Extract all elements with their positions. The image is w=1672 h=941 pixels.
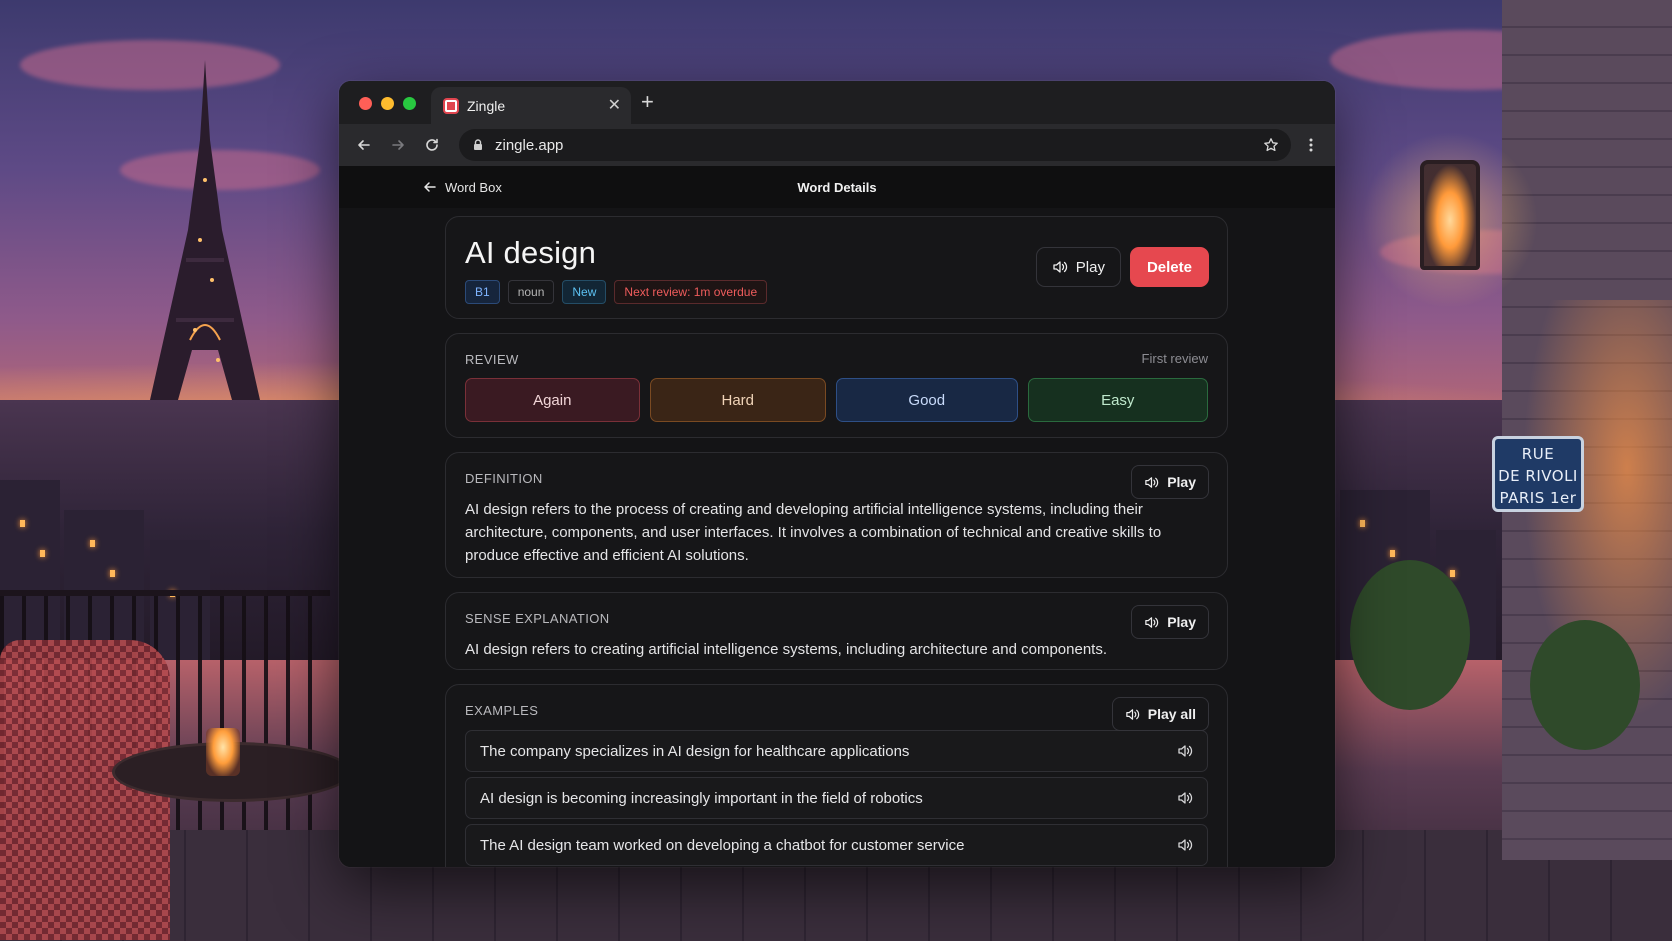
speaker-icon[interactable] [1177,790,1193,806]
street-sign: RUE DE RIVOLI PARIS 1er [1492,436,1584,512]
arrow-left-icon [424,182,436,192]
sense-section-label: SENSE EXPLANATION [465,611,610,626]
street-sign-line: PARIS 1er [1499,489,1577,507]
play-label: Play [1167,474,1196,490]
word-actions: Play Delete [1035,247,1209,287]
play-label: Play [1075,258,1105,276]
close-tab-icon[interactable]: ✕ [608,97,621,114]
back-to-word-box-link[interactable]: Word Box [423,166,502,208]
tab-title: Zingle [467,97,506,114]
next-review-badge: Next review: 1m overdue [614,280,768,304]
browser-toolbar: zingle.app [339,124,1335,166]
eiffel-tower [150,60,260,400]
close-window-button[interactable] [359,97,372,110]
play-sense-button[interactable]: Play [1131,605,1209,639]
app-header: Word Box Word Details [339,166,1335,208]
street-sign-line: RUE [1521,445,1555,463]
easy-button[interactable]: Easy [1027,378,1208,422]
word-card: AI design B1 noun New Next review: 1m ov… [445,216,1228,319]
word-details-content: AI design B1 noun New Next review: 1m ov… [445,216,1228,867]
street-sign-line: DE RIVOLI [1498,467,1578,485]
window-controls [359,97,416,110]
hard-button[interactable]: Hard [649,378,827,422]
definition-section-label: DEFINITION [465,471,543,486]
example-item: AI design is becoming increasingly impor… [465,777,1208,819]
speaker-icon [1126,708,1139,720]
lock-icon [474,139,482,150]
street-lamp [1420,160,1480,270]
star-bookmark-icon[interactable] [1263,137,1279,153]
example-text: The company specializes in AI design for… [480,742,910,760]
play-all-label: Play all [1147,706,1196,722]
again-button[interactable]: Again [465,378,640,422]
play-word-button[interactable]: Play [1035,247,1121,287]
new-tab-icon[interactable]: + [641,91,654,113]
speaker-icon [1053,261,1067,273]
potted-plant [1350,560,1470,710]
speaker-icon [1145,616,1159,628]
play-label: Play [1167,614,1196,630]
app-viewport: Word Box Word Details AI design B1 noun … [339,166,1335,867]
sense-explanation-card: SENSE EXPLANATION Play AI design refers … [445,592,1228,670]
example-item: The AI design team worked on developing … [465,824,1208,866]
examples-list: The company specializes in AI design for… [465,730,1208,866]
review-note: First review [1141,351,1208,366]
forward-arrow-icon[interactable] [385,132,411,158]
maximize-window-button[interactable] [403,97,416,110]
speaker-icon[interactable] [1177,743,1193,759]
speaker-icon [1145,476,1159,488]
definition-text: AI design refers to the process of creat… [465,501,1162,564]
browser-tab[interactable]: Zingle ✕ [431,87,631,124]
part-of-speech-badge: noun [507,280,555,304]
definition-card: DEFINITION Play AI design refers to the … [445,452,1228,578]
examples-card: EXAMPLES Play all The company specialize… [445,684,1228,867]
minimize-window-button[interactable] [381,97,394,110]
url-text: zingle.app [495,136,564,154]
address-bar[interactable]: zingle.app [459,129,1291,161]
status-badge: New [562,280,607,304]
back-arrow-icon[interactable] [351,132,377,158]
example-text: AI design is becoming increasingly impor… [480,789,923,807]
delete-word-button[interactable]: Delete [1129,247,1209,287]
potted-plant [1530,620,1640,750]
review-section-label: REVIEW [465,352,519,367]
kebab-menu-icon[interactable] [1299,132,1323,158]
back-link-label: Word Box [445,179,502,195]
examples-section-label: EXAMPLES [465,703,539,718]
delete-label: Delete [1146,258,1192,276]
good-button[interactable]: Good [836,378,1018,422]
level-badge: B1 [465,280,500,304]
play-definition-button[interactable]: Play [1131,465,1209,499]
example-text: The AI design team worked on developing … [480,836,965,854]
speaker-icon[interactable] [1177,837,1193,853]
review-card: REVIEW First review Again Hard Good Easy [445,333,1228,438]
play-all-examples-button[interactable]: Play all [1111,697,1209,731]
browser-window: Zingle ✕ + zingle.app Word Box Word Deta… [339,81,1335,867]
sense-text: AI design refers to creating artificial … [465,641,1107,658]
review-buttons: Again Hard Good Easy [465,378,1208,422]
page-title: Word Details [797,179,877,195]
candle-lantern [206,728,240,776]
reload-icon[interactable] [419,132,445,158]
example-item: The company specializes in AI design for… [465,730,1208,772]
tab-bar: Zingle ✕ + [339,81,1335,124]
zingle-favicon-icon [443,97,459,114]
